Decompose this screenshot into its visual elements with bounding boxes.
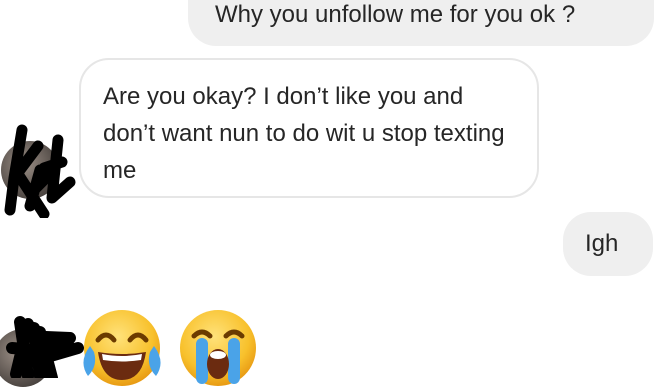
message-text: Are you okay? I don’t like you and don’t…	[103, 83, 505, 184]
sent-message-bubble[interactable]: Why you unfollow me for you ok ?	[188, 0, 654, 46]
message-thread: Why you unfollow me for you ok ? Are you…	[0, 0, 672, 387]
sender-avatar[interactable]	[1, 141, 59, 199]
message-text: Why you unfollow me for you ok ?	[215, 1, 576, 28]
emoji-message[interactable]	[80, 306, 270, 386]
sender-avatar[interactable]	[0, 329, 52, 387]
message-text: Igh	[585, 230, 619, 257]
dm-thread-screen: { "messages": [ { "side": "sent", "text"…	[0, 0, 672, 387]
loudly-crying-face-icon	[180, 310, 256, 386]
received-message-bubble[interactable]: Are you okay? I don’t like you and don’t…	[79, 58, 539, 198]
face-with-tears-of-joy-icon	[83, 310, 161, 386]
sent-message-bubble[interactable]: Igh	[563, 212, 653, 276]
